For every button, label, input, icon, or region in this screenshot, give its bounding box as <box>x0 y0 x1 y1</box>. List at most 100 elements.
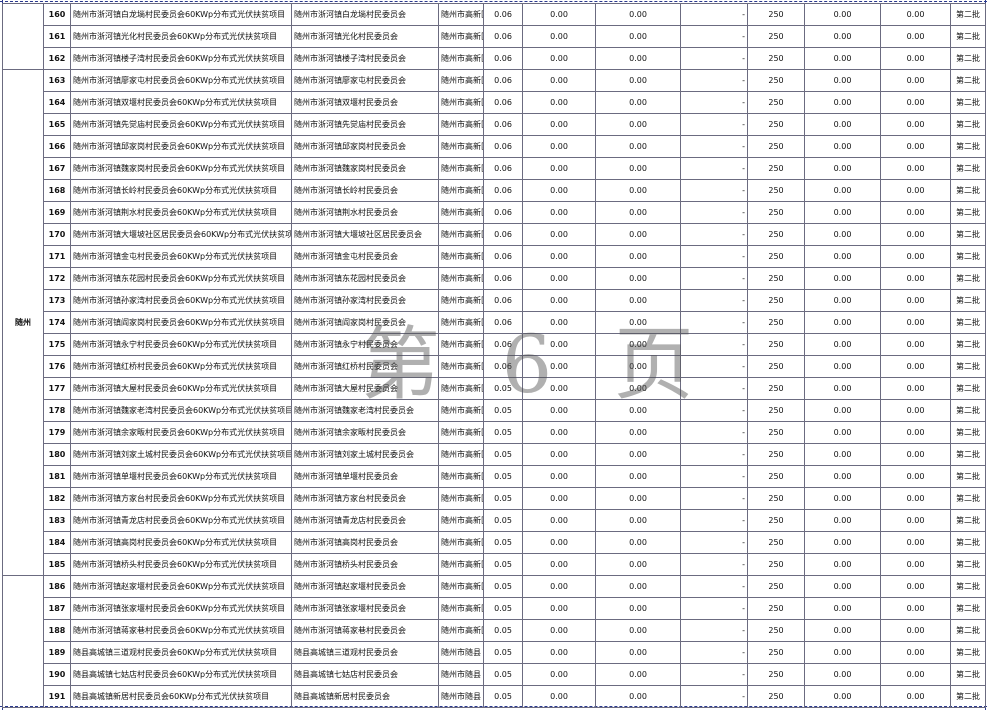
value-d-cell: 0.00 <box>880 311 951 334</box>
location-cell: 随州市随县 <box>438 663 484 686</box>
table-row: 随州 163 随州市浙河镇廖家屯村民委员会60KWp分布式光伏扶贫项目 随州市浙河镇廖… <box>2 69 986 576</box>
project-name-cell: 随州市浙河镇魏家岗村民委员会60KWp分布式光伏扶贫项目 <box>70 157 292 180</box>
row-index-cell: 175 <box>43 333 71 356</box>
city-cell-empty <box>2 575 44 708</box>
batch-cell: 第二批 <box>950 465 986 488</box>
capacity-cell: 0.06 <box>483 91 523 114</box>
value-b-cell: 0.00 <box>595 135 681 158</box>
value-b-cell: 0.00 <box>595 443 681 466</box>
value-c-cell: 0.00 <box>804 685 881 708</box>
value-d-cell: 0.00 <box>880 575 951 598</box>
value-d-cell: 0.00 <box>880 179 951 202</box>
row-index-cell: 184 <box>43 531 71 554</box>
price-cell: 250 <box>747 443 805 466</box>
capacity-cell: 0.06 <box>483 311 523 334</box>
owner-unit-cell: 随州市浙河镇荆水村民委员会 <box>291 201 439 224</box>
capacity-cell: 0.05 <box>483 399 523 422</box>
value-d-cell: 0.00 <box>880 399 951 422</box>
project-name-cell: 随县高城镇三道观村民委员会60KWp分布式光伏扶贫项目 <box>70 641 292 664</box>
value-d-cell: 0.00 <box>880 245 951 268</box>
price-cell: 250 <box>747 355 805 378</box>
row-index-cell: 168 <box>43 179 71 202</box>
project-name-cell: 随州市浙河镇长岭村民委员会60KWp分布式光伏扶贫项目 <box>70 179 292 202</box>
value-b-cell: 0.00 <box>595 597 681 620</box>
value-a-cell: 0.00 <box>522 179 596 202</box>
value-dash-cell: - <box>680 289 748 312</box>
price-cell: 250 <box>747 267 805 290</box>
value-dash-cell: - <box>680 113 748 136</box>
batch-cell: 第二批 <box>950 267 986 290</box>
row-index-cell: 173 <box>43 289 71 312</box>
location-cell: 随州市高新区 <box>438 355 484 378</box>
project-name-cell: 随州市浙河镇高岗村民委员会60KWp分布式光伏扶贫项目 <box>70 531 292 554</box>
value-dash-cell: - <box>680 157 748 180</box>
price-cell: 250 <box>747 597 805 620</box>
price-cell: 250 <box>747 685 805 708</box>
location-cell: 随州市高新区 <box>438 553 484 576</box>
table-row: 191 随县高城镇新居村民委员会60KWp分布式光伏扶贫项目 随县高城镇新居村民委员… <box>3 685 986 708</box>
location-cell: 随州市高新区 <box>438 201 484 224</box>
project-name-cell: 随州市浙河镇楼子湾村民委员会60KWp分布式光伏扶贫项目 <box>70 47 292 70</box>
batch-cell: 第二批 <box>950 179 986 202</box>
owner-unit-cell: 随州市浙河镇红桥村民委员会 <box>291 355 439 378</box>
table-row: 180 随州市浙河镇刘家土城村民委员会60KWp分布式光伏扶贫项目 随州市浙河镇刘家… <box>3 443 986 466</box>
value-b-cell: 0.00 <box>595 575 681 598</box>
value-c-cell: 0.00 <box>804 179 881 202</box>
owner-unit-cell: 随州市浙河镇双堰村民委员会 <box>291 91 439 114</box>
owner-unit-cell: 随州市浙河镇光化村民委员会 <box>291 25 439 48</box>
capacity-cell: 0.05 <box>483 443 523 466</box>
project-name-cell: 随州市浙河镇大堰坡社区居民委员会60KWp分布式光伏扶贫项目 <box>70 223 292 246</box>
value-a-cell: 0.00 <box>522 245 596 268</box>
row-index-cell: 182 <box>43 487 71 510</box>
batch-cell: 第二批 <box>950 201 986 224</box>
value-c-cell: 0.00 <box>804 421 881 444</box>
row-index-cell: 170 <box>43 223 71 246</box>
batch-cell: 第二批 <box>950 69 986 92</box>
value-dash-cell: - <box>680 135 748 158</box>
capacity-cell: 0.06 <box>483 179 523 202</box>
value-d-cell: 0.00 <box>880 267 951 290</box>
owner-unit-cell: 随州市浙河镇白龙埫村民委员会 <box>291 3 439 26</box>
table-row: 169 随州市浙河镇荆水村民委员会60KWp分布式光伏扶贫项目 随州市浙河镇荆水村民… <box>3 201 986 224</box>
batch-cell: 第二批 <box>950 399 986 422</box>
value-d-cell: 0.00 <box>880 69 951 92</box>
value-dash-cell: - <box>680 443 748 466</box>
project-name-cell: 随县高城镇新居村民委员会60KWp分布式光伏扶贫项目 <box>70 685 292 708</box>
value-c-cell: 0.00 <box>804 47 881 70</box>
value-a-cell: 0.00 <box>522 3 596 26</box>
table-row: 175 随州市浙河镇永宁村民委员会60KWp分布式光伏扶贫项目 随州市浙河镇永宁村民… <box>3 333 986 356</box>
project-name-cell: 随州市浙河镇单堰村民委员会60KWp分布式光伏扶贫项目 <box>70 465 292 488</box>
value-c-cell: 0.00 <box>804 355 881 378</box>
batch-cell: 第二批 <box>950 113 986 136</box>
value-dash-cell: - <box>680 47 748 70</box>
value-d-cell: 0.00 <box>880 443 951 466</box>
owner-unit-cell: 随州市浙河镇东花园村民委员会 <box>291 267 439 290</box>
value-d-cell: 0.00 <box>880 685 951 708</box>
value-d-cell: 0.00 <box>880 619 951 642</box>
batch-cell: 第二批 <box>950 421 986 444</box>
project-name-cell: 随州市浙河镇余家畈村民委员会60KWp分布式光伏扶贫项目 <box>70 421 292 444</box>
value-a-cell: 0.00 <box>522 597 596 620</box>
value-c-cell: 0.00 <box>804 487 881 510</box>
owner-unit-cell: 随州市浙河镇长岭村民委员会 <box>291 179 439 202</box>
value-b-cell: 0.00 <box>595 619 681 642</box>
table-row: 186 随州市浙河镇赵家堰村民委员会60KWp分布式光伏扶贫项目 随州市浙河镇赵家堰… <box>2 575 986 708</box>
value-d-cell: 0.00 <box>880 377 951 400</box>
price-cell: 250 <box>747 135 805 158</box>
location-cell: 随州市高新区 <box>438 289 484 312</box>
project-name-cell: 随州市浙河镇荆水村民委员会60KWp分布式光伏扶贫项目 <box>70 201 292 224</box>
value-a-cell: 0.00 <box>522 311 596 334</box>
capacity-cell: 0.06 <box>483 113 523 136</box>
location-cell: 随州市高新区 <box>438 69 484 92</box>
owner-unit-cell: 随州市浙河镇张家堰村民委员会 <box>291 597 439 620</box>
value-a-cell: 0.00 <box>522 421 596 444</box>
owner-unit-cell: 随州市浙河镇先觉庙村民委员会 <box>291 113 439 136</box>
row-index-cell: 181 <box>43 465 71 488</box>
location-cell: 随州市高新区 <box>438 619 484 642</box>
value-b-cell: 0.00 <box>595 311 681 334</box>
batch-cell: 第二批 <box>950 487 986 510</box>
price-cell: 250 <box>747 311 805 334</box>
table-row: 164 随州市浙河镇双堰村民委员会60KWp分布式光伏扶贫项目 随州市浙河镇双堰村民… <box>3 91 986 114</box>
price-cell: 250 <box>747 487 805 510</box>
value-c-cell: 0.00 <box>804 25 881 48</box>
